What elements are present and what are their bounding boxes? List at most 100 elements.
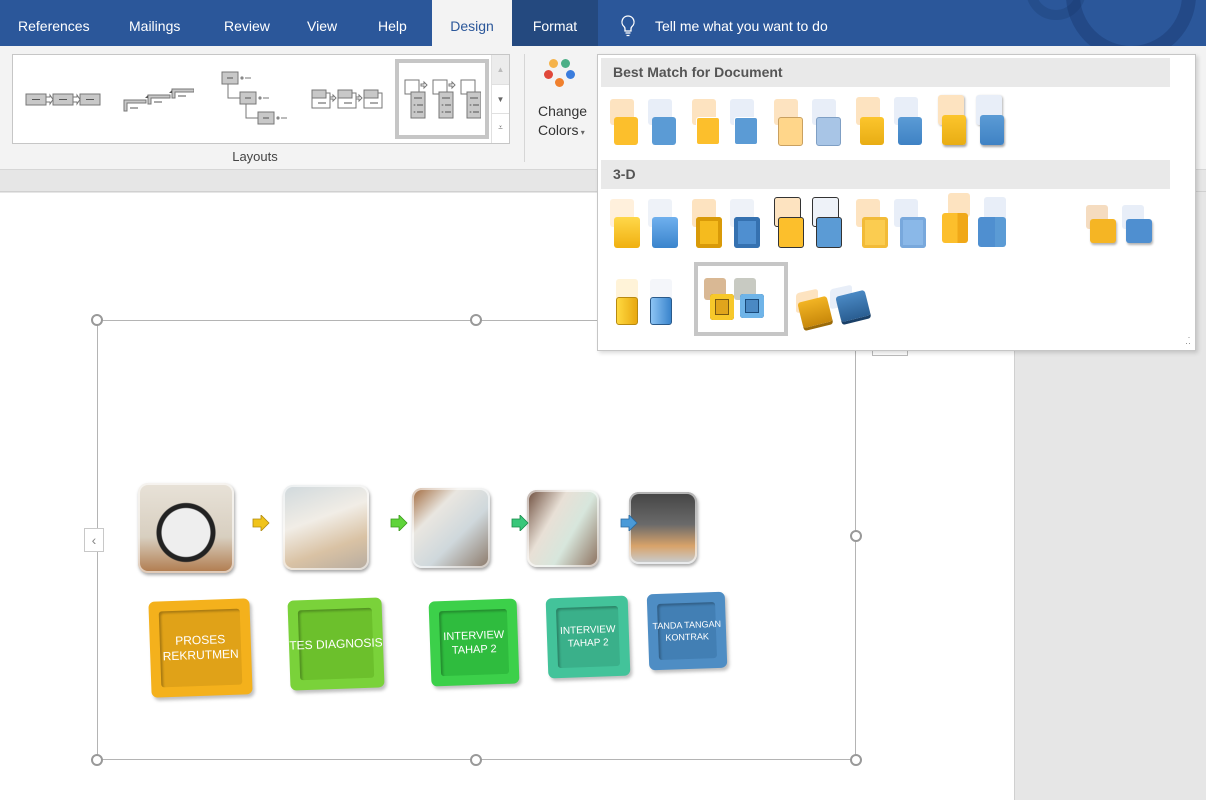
step-box-5[interactable]: TANDA TANGAN KONTRAK (646, 591, 728, 671)
tab-mailings[interactable]: Mailings (129, 0, 180, 46)
step-box-4[interactable]: INTERVIEW TAHAP 2 (545, 595, 631, 679)
call-center-photo[interactable] (283, 485, 369, 570)
tab-format[interactable]: Format (512, 0, 598, 46)
layout-staggered-process[interactable] (213, 59, 293, 139)
style-swatch-front (778, 217, 804, 248)
layout-accent-process[interactable] (308, 59, 388, 139)
style-swatch-front (734, 217, 760, 248)
step-label: INTERVIEW TAHAP 2 (559, 624, 616, 650)
style-swatch-front (942, 115, 966, 145)
process-arrow-icon (252, 515, 270, 531)
step-label: TANDA TANGAN KONTRAK (652, 618, 722, 643)
lightbulb-icon (621, 15, 635, 37)
dropdown-arrow-icon: ▾ (578, 128, 585, 137)
tab-help[interactable]: Help (378, 0, 407, 46)
color-dot (549, 59, 558, 68)
style-white-outline[interactable] (690, 95, 770, 149)
accent-process-icon (311, 89, 383, 109)
style-flat-scene[interactable] (1084, 197, 1164, 251)
change-colors-label-line1: Change (538, 103, 588, 119)
style-brick-scene[interactable] (936, 191, 1026, 251)
style-swatch-front (734, 117, 758, 145)
style-swatch-front (1126, 219, 1152, 243)
resize-handle-bottom-right[interactable] (850, 754, 862, 766)
gallery-scroll-up-button[interactable]: ▲ (492, 55, 509, 84)
step-box-2[interactable]: TES DIAGNOSIS (287, 597, 385, 691)
resize-grip-icon[interactable]: · ·· (1185, 333, 1191, 348)
layouts-group-label: Layouts (232, 149, 278, 164)
layouts-gallery-scrollbar: ▲ ▼ ⩡ (491, 55, 509, 143)
section-header-best-match: Best Match for Document (601, 58, 1170, 87)
style-bird-eye-scene[interactable] (794, 284, 880, 339)
style-subtle-effect[interactable] (772, 95, 852, 149)
color-dot (561, 59, 570, 68)
color-dot (555, 78, 564, 87)
style-swatch-front (816, 117, 841, 146)
process-arrow-icon (511, 515, 529, 531)
style-swatch-front (652, 117, 676, 145)
style-swatch-front (696, 117, 720, 145)
style-swatch-front (862, 217, 888, 248)
text-pane-toggle-button[interactable]: ‹ (84, 528, 104, 552)
layout-basic-process[interactable] (23, 59, 103, 139)
style-swatch-front (778, 117, 803, 146)
style-swatch-front (740, 294, 764, 318)
tab-references[interactable]: References (18, 0, 90, 46)
style-swatch-front (650, 297, 672, 325)
style-swatch-front (835, 289, 871, 323)
resize-handle-right[interactable] (850, 530, 862, 542)
staggered-process-icon (221, 71, 287, 125)
step-up-process-icon (123, 88, 194, 112)
group-separator (524, 54, 525, 162)
style-swatch-front (652, 217, 678, 248)
alarm-clock-photo[interactable] (138, 483, 234, 573)
tab-design[interactable]: Design (432, 0, 512, 46)
tab-view[interactable]: View (307, 0, 337, 46)
style-simple-fill[interactable] (608, 95, 688, 149)
layouts-gallery[interactable]: ▲ ▼ ⩡ (12, 54, 510, 144)
step-label: INTERVIEW TAHAP 2 (443, 628, 505, 657)
smartart-styles-dropdown: Best Match for Document 3-D · ·· (597, 54, 1196, 351)
resize-handle-top-left[interactable] (91, 314, 103, 326)
style-intense-effect[interactable] (936, 95, 1016, 149)
resize-handle-top[interactable] (470, 314, 482, 326)
layout-picture-accent-process[interactable] (395, 59, 489, 139)
style-swatch-front (860, 117, 884, 145)
style-swatch-front (980, 115, 1004, 145)
handshake-documents-photo[interactable] (527, 490, 599, 567)
style-swatch-front (978, 217, 1006, 247)
style-cartoon[interactable] (772, 197, 852, 251)
step-box-3[interactable]: INTERVIEW TAHAP 2 (428, 598, 520, 687)
documents-photo[interactable] (412, 488, 490, 568)
style-swatch-front (614, 217, 640, 248)
process-arrow-icon (620, 515, 638, 531)
style-swatch-front (816, 217, 842, 248)
style-swatch-front (614, 117, 638, 145)
gallery-more-button[interactable]: ⩡ (492, 113, 509, 142)
change-colors-button[interactable]: Change Colors ▾ (532, 52, 598, 148)
style-swatch-front (1090, 219, 1116, 243)
resize-handle-bottom-left[interactable] (91, 754, 103, 766)
tell-me-placeholder: Tell me what you want to do (655, 18, 828, 34)
gallery-scroll-down-button[interactable]: ▼ (492, 84, 509, 113)
handshake-photo[interactable] (629, 492, 697, 564)
style-powder[interactable] (854, 197, 934, 251)
style-swatch-front (942, 213, 968, 243)
color-dot (566, 70, 575, 79)
tab-review[interactable]: Review (224, 0, 270, 46)
style-swatch-front (900, 217, 926, 248)
style-swatch-front (710, 294, 734, 320)
change-colors-label-line2: Colors (538, 122, 579, 138)
style-moderate-effect[interactable] (854, 95, 934, 149)
layout-step-up-process[interactable] (118, 59, 198, 139)
resize-handle-bottom[interactable] (470, 754, 482, 766)
style-sunset-scene[interactable] (694, 262, 788, 336)
style-metallic-scene[interactable] (614, 277, 694, 331)
process-arrow-icon (390, 515, 408, 531)
style-inset[interactable] (690, 197, 770, 251)
step-box-1[interactable]: PROSES REKRUTMEN (148, 598, 253, 698)
style-polished[interactable] (608, 197, 688, 251)
step-label: PROSES REKRUTMEN (162, 632, 239, 664)
basic-process-icon (25, 93, 101, 106)
change-colors-icon (542, 56, 578, 88)
